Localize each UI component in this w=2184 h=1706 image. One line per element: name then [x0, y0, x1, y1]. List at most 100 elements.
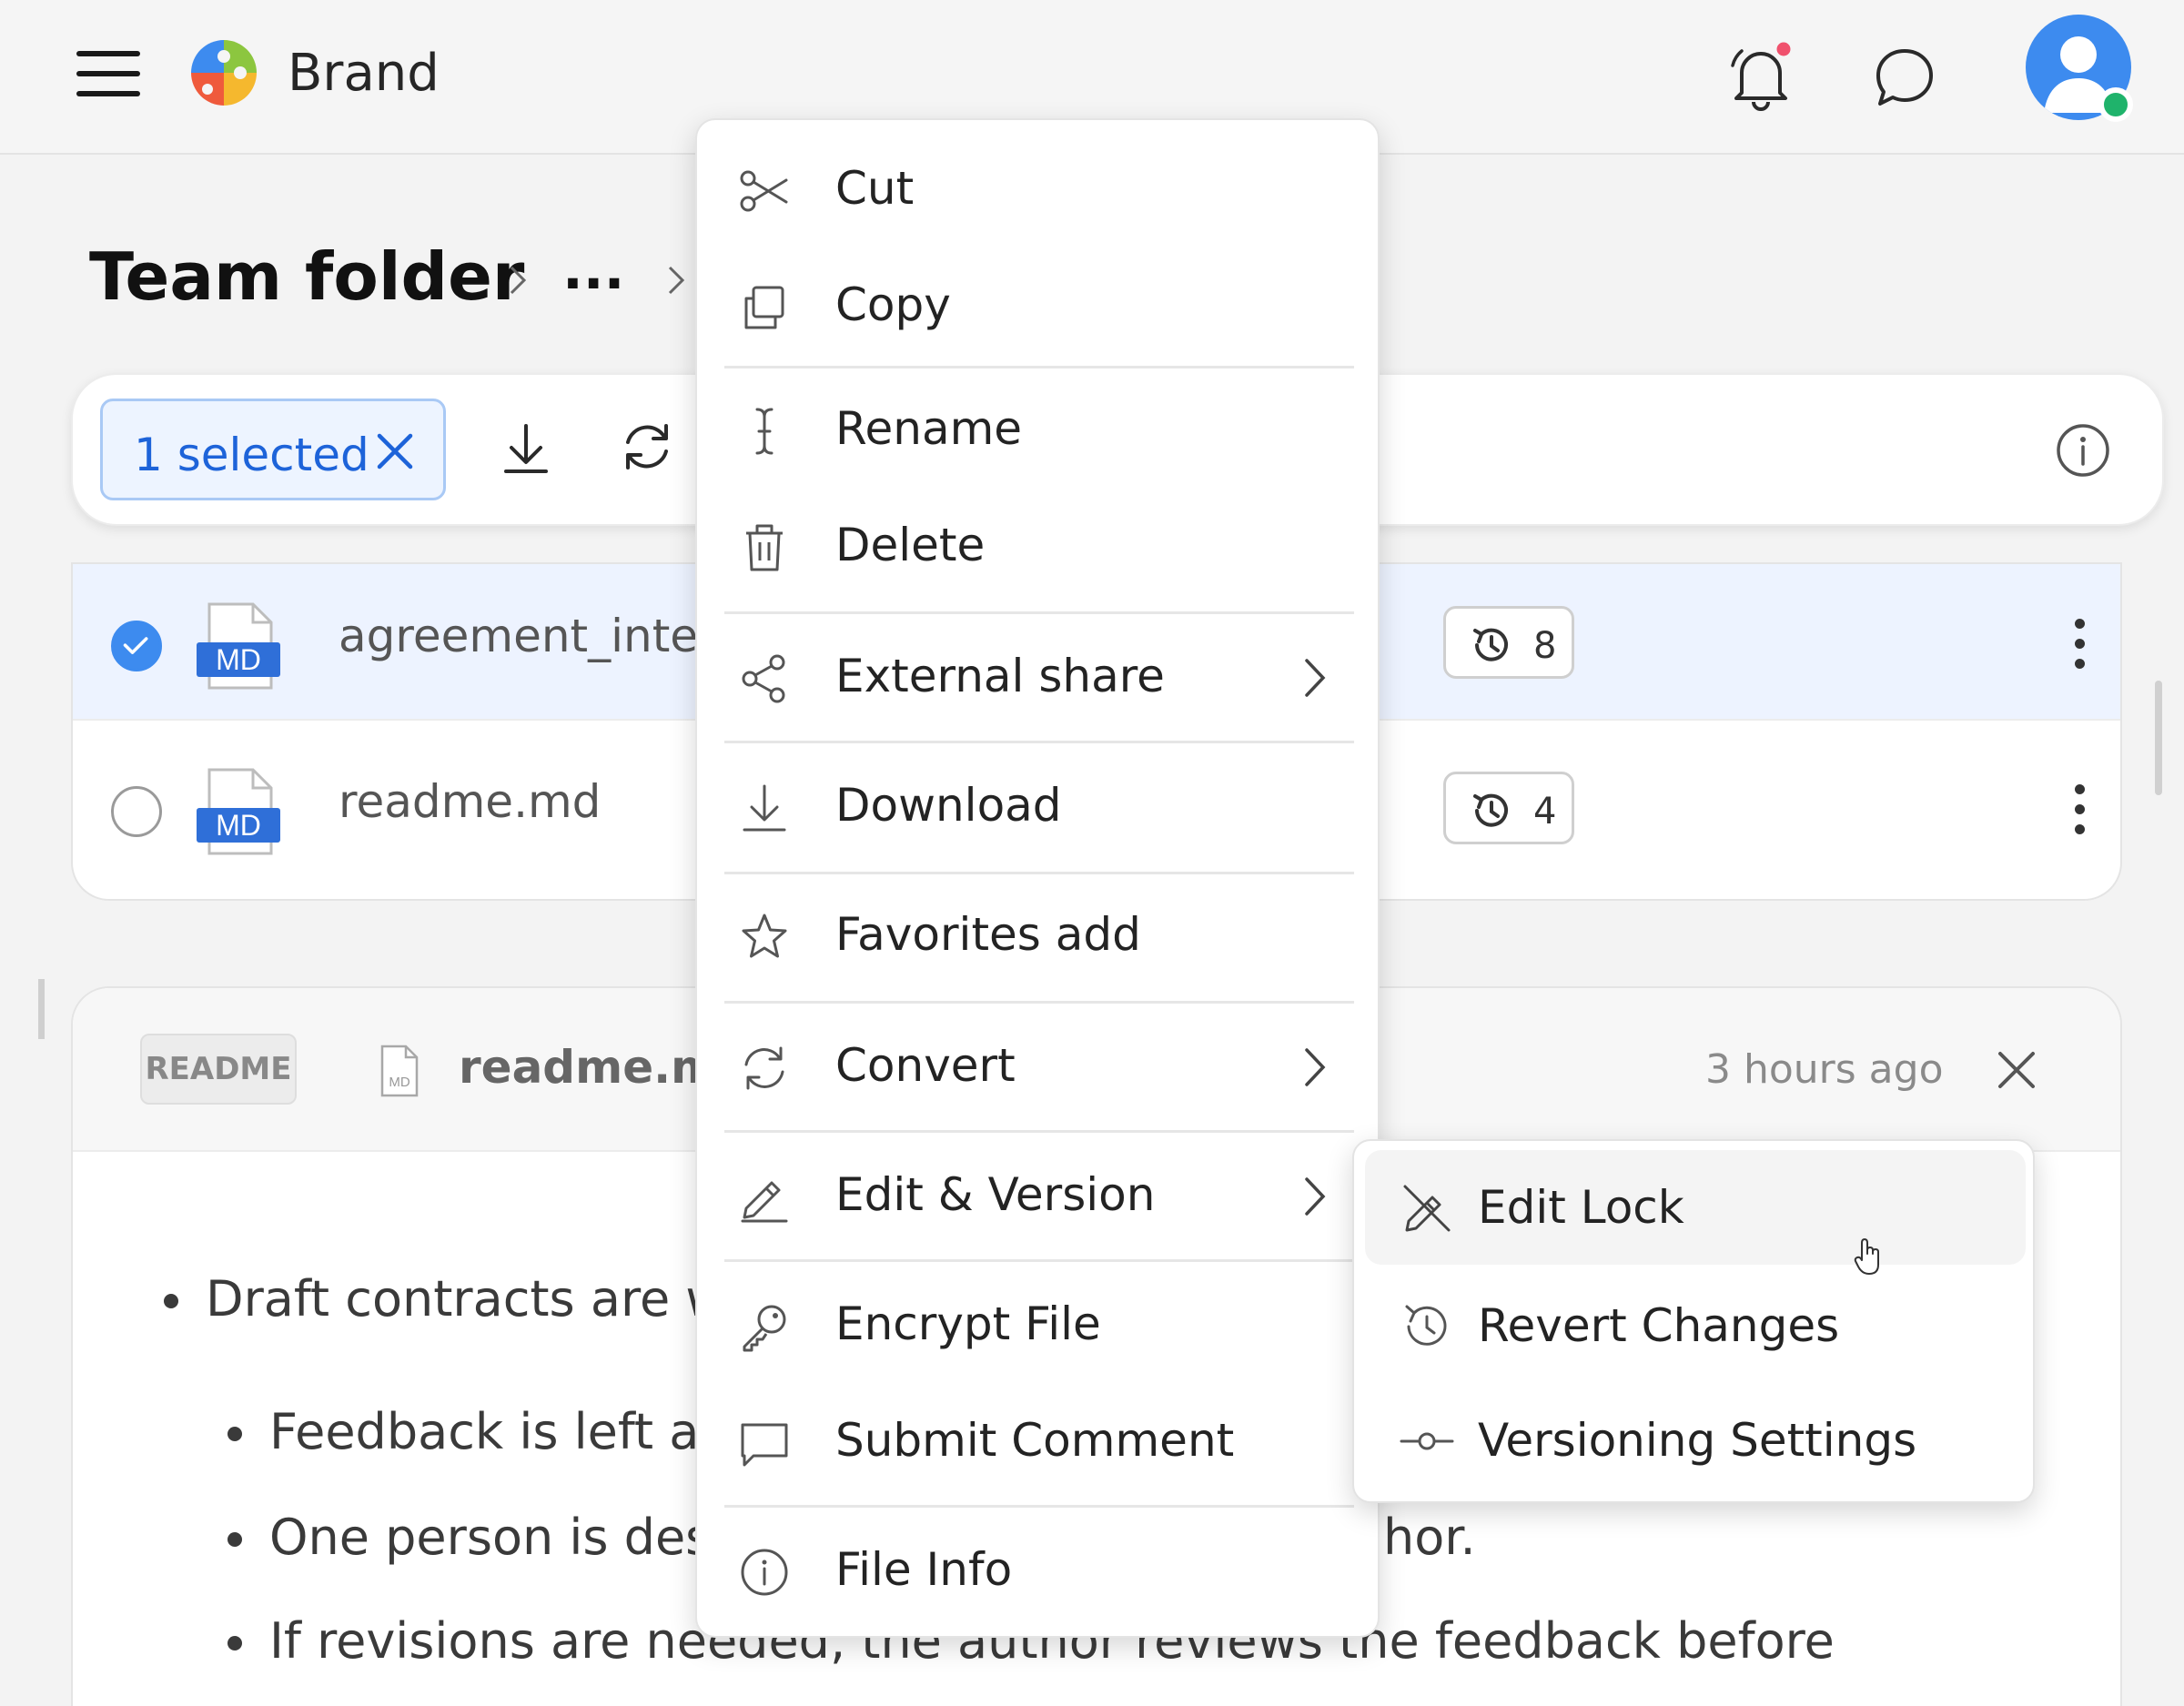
list-item: Feedback is left as	[227, 1403, 725, 1460]
svg-text:MD: MD	[216, 643, 261, 676]
svg-text:MD: MD	[216, 809, 261, 842]
hamburger-menu-icon[interactable]	[76, 51, 140, 98]
menu-item-copy[interactable]: Copy	[697, 251, 1381, 360]
close-icon[interactable]	[1991, 1045, 2042, 1095]
menu-divider	[724, 1130, 1354, 1133]
row-checkbox[interactable]	[111, 786, 162, 837]
trash-icon	[746, 524, 783, 571]
online-status-dot	[2098, 87, 2133, 122]
comment-icon	[741, 1423, 788, 1467]
menu-item-favorites-add[interactable]: Favorites add	[697, 881, 1381, 990]
menu-item-submit-comment[interactable]: Submit Comment	[697, 1387, 1381, 1496]
menu-item-label: Favorites add	[835, 908, 1141, 961]
chevron-right-icon	[1305, 1177, 1326, 1216]
text-cursor-icon	[755, 408, 774, 455]
readme-timestamp: 3 hours ago	[1705, 1046, 1944, 1093]
history-icon	[1473, 793, 1508, 827]
chat-bubble-icon[interactable]	[1873, 45, 1936, 109]
chevron-right-icon	[1305, 1048, 1326, 1086]
menu-item-label: Rename	[835, 402, 1023, 455]
list-item: Draft contracts are w	[164, 1270, 726, 1327]
menu-divider	[724, 872, 1354, 874]
menu-divider	[724, 1259, 1354, 1262]
breadcrumb-ellipsis[interactable]: ...	[562, 238, 624, 302]
version-badge[interactable]: 4	[1443, 772, 1574, 844]
menu-divider	[724, 741, 1354, 743]
submenu-item-label: Revert Changes	[1478, 1299, 1840, 1352]
info-icon	[741, 1549, 788, 1596]
menu-item-cut[interactable]: Cut	[697, 135, 1381, 244]
menu-item-label: Convert	[835, 1039, 1016, 1092]
menu-item-external-share[interactable]: External share	[697, 622, 1381, 732]
list-item-continuation: hor.	[1383, 1509, 1476, 1566]
menu-divider	[724, 1505, 1354, 1508]
brand-name[interactable]: Brand	[288, 44, 440, 103]
copy-icon	[744, 286, 784, 329]
menu-item-download[interactable]: Download	[697, 752, 1381, 861]
edit-version-submenu: Edit Lock Revert Changes Versioning Sett…	[1352, 1139, 2035, 1503]
menu-item-edit-version[interactable]: Edit & Version	[697, 1141, 1381, 1250]
menu-item-delete[interactable]: Delete	[697, 491, 1381, 601]
menu-item-label: Cut	[835, 162, 915, 215]
resize-handle[interactable]	[38, 979, 45, 1039]
menu-item-label: File Info	[835, 1543, 1013, 1596]
menu-item-label: External share	[835, 650, 1165, 702]
page-title[interactable]: Team folder	[89, 238, 524, 315]
menu-item-label: Download	[835, 779, 1062, 832]
submenu-item-label: Versioning Settings	[1478, 1414, 1917, 1467]
version-commit-icon	[1400, 1432, 1454, 1450]
menu-item-label: Submit Comment	[835, 1414, 1235, 1467]
menu-item-convert[interactable]: Convert	[697, 1012, 1381, 1121]
selected-count: 1 selected	[134, 429, 369, 481]
submenu-item-versioning-settings[interactable]: Versioning Settings	[1365, 1383, 2026, 1498]
list-item: One person is des	[227, 1509, 712, 1566]
scissors-icon	[740, 170, 788, 212]
markdown-file-icon: MD	[193, 766, 284, 857]
scrollbar-thumb[interactable]	[2155, 681, 2162, 795]
info-icon[interactable]	[2055, 422, 2111, 479]
menu-divider	[724, 1001, 1354, 1004]
breadcrumb: Team folder ...	[89, 238, 690, 329]
hand-cursor-icon	[1854, 1238, 1879, 1275]
chevron-right-icon	[510, 266, 527, 295]
download-icon	[743, 784, 786, 832]
menu-item-label: Copy	[835, 278, 951, 331]
key-icon	[743, 1305, 786, 1352]
refresh-icon[interactable]	[619, 419, 675, 475]
svg-text:MD: MD	[389, 1075, 410, 1090]
kebab-menu-icon[interactable]	[2073, 619, 2086, 670]
share-icon	[742, 654, 785, 703]
menu-item-label: Encrypt File	[835, 1297, 1101, 1350]
pencil-icon	[741, 1181, 788, 1223]
row-checkbox[interactable]	[111, 621, 162, 671]
history-icon	[1473, 628, 1508, 661]
menu-item-rename[interactable]: Rename	[697, 375, 1381, 484]
clear-selection-icon[interactable]	[372, 429, 418, 474]
file-name[interactable]: agreement_intern	[339, 610, 744, 662]
chevron-right-icon	[668, 266, 685, 295]
bell-icon[interactable]	[1729, 42, 1793, 113]
readme-tag: README	[140, 1034, 297, 1105]
context-menu: Cut Copy Rename Delete External share Do…	[695, 118, 1380, 1638]
submenu-item-revert-changes[interactable]: Revert Changes	[1365, 1268, 2026, 1383]
download-icon[interactable]	[499, 420, 553, 479]
chevron-right-icon	[1305, 659, 1326, 697]
version-badge[interactable]: 8	[1443, 606, 1574, 679]
convert-icon	[744, 1046, 784, 1090]
markdown-file-icon: MD	[193, 601, 284, 691]
file-name[interactable]: readme.md	[339, 775, 601, 828]
star-icon	[742, 914, 787, 958]
menu-divider	[724, 611, 1354, 614]
submenu-item-label: Edit Lock	[1478, 1181, 1684, 1234]
menu-item-encrypt-file[interactable]: Encrypt File	[697, 1270, 1381, 1379]
history-icon	[1405, 1305, 1447, 1346]
menu-item-label: Edit & Version	[835, 1168, 1156, 1221]
version-count: 8	[1533, 625, 1557, 667]
kebab-menu-icon[interactable]	[2073, 784, 2086, 835]
menu-item-label: Delete	[835, 519, 986, 571]
menu-divider	[724, 366, 1354, 368]
menu-item-file-info[interactable]: File Info	[697, 1516, 1381, 1625]
edit-lock-icon	[1403, 1185, 1451, 1232]
selection-chip[interactable]: 1 selected	[100, 399, 446, 500]
submenu-item-edit-lock[interactable]: Edit Lock	[1365, 1150, 2026, 1265]
